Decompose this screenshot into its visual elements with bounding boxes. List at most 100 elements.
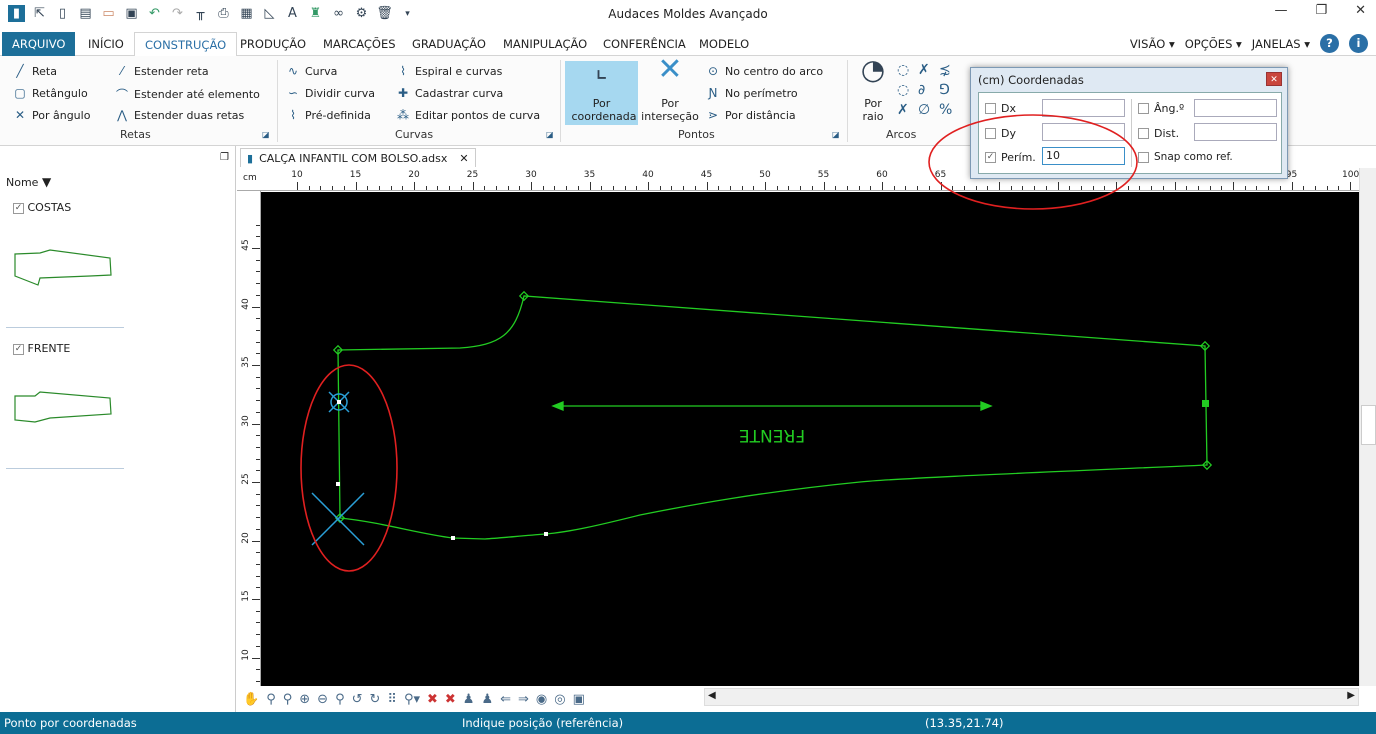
tab-modelo[interactable]: MODELO <box>689 32 759 56</box>
tab-manipulacao[interactable]: MANIPULAÇÃO <box>493 32 597 56</box>
por-raio-button[interactable]: ◔ Por raio <box>852 56 894 124</box>
por-angulo-button[interactable]: ✕ Por ângulo <box>12 108 90 122</box>
estender-reta-button[interactable]: ⁄ Estender reta <box>114 64 209 78</box>
piece-previous-icon[interactable]: ⇐ <box>500 692 511 707</box>
piece-zoom-icon[interactable]: ⚲▾ <box>404 692 420 707</box>
dialog-close-icon[interactable]: ✕ <box>1266 72 1282 86</box>
dx-checkbox[interactable] <box>985 103 996 114</box>
tab-construcao[interactable]: CONSTRUÇÃO <box>134 32 238 57</box>
vertical-scroll-thumb[interactable] <box>1361 405 1376 445</box>
zoom-out-icon[interactable]: ⊖ <box>317 692 328 707</box>
arc-point-icon[interactable]: ∂ <box>918 82 939 98</box>
curvas-launcher-icon[interactable]: ◪ <box>546 130 554 139</box>
piece-next-icon[interactable]: ⇒ <box>518 692 529 707</box>
piece-item-frente[interactable]: ✓ FRENTE <box>13 342 70 355</box>
zoom-icon[interactable]: ⚲ <box>266 692 276 707</box>
piece-item-costas[interactable]: ✓ COSTAS <box>13 201 71 214</box>
dist-checkbox[interactable] <box>1138 128 1149 139</box>
arc-percent-icon[interactable]: % <box>939 102 960 118</box>
por-distancia-button[interactable]: ⋗ Por distância <box>705 108 796 122</box>
minimize-icon[interactable]: — <box>1274 3 1287 18</box>
costas-thumbnail[interactable] <box>10 246 120 286</box>
por-coordenada-button[interactable]: ⌞ Por coordenada <box>565 56 638 125</box>
tab-inicio[interactable]: INÍCIO <box>78 32 134 56</box>
arc-three-points-icon[interactable]: ◌ <box>897 62 918 78</box>
piece-view-icon[interactable]: ♟ <box>481 692 493 707</box>
tab-graduacao[interactable]: GRADUAÇÃO <box>402 32 496 56</box>
curve-icon: ∿ <box>287 64 299 78</box>
pre-definida-button[interactable]: ⌇ Pré-definida <box>285 108 371 122</box>
espiral-button[interactable]: ⌇ Espiral e curvas <box>395 64 502 78</box>
ang-checkbox[interactable] <box>1138 103 1149 114</box>
tab-marcacoes[interactable]: MARCAÇÕES <box>313 32 406 56</box>
arc-angle-icon[interactable]: ⋨ <box>939 62 960 78</box>
no-perimetro-button[interactable]: Ɲ No perímetro <box>705 86 798 100</box>
dividir-curva-button[interactable]: ∽ Dividir curva <box>285 86 375 100</box>
scroll-right-icon[interactable]: ▶ <box>1347 690 1355 701</box>
opcoes-menu[interactable]: OPÇÕES ▾ <box>1185 37 1242 51</box>
visao-menu[interactable]: VISÃO ▾ <box>1130 37 1175 51</box>
remove-piece-icon[interactable]: ✖ <box>427 692 438 707</box>
ruler-tick <box>332 186 334 190</box>
snap-checkbox[interactable] <box>1138 152 1149 163</box>
panel-restore-icon[interactable]: ❐ <box>220 152 229 163</box>
grid-icon[interactable]: ⠿ <box>387 692 397 707</box>
scroll-left-icon[interactable]: ◀ <box>708 690 716 701</box>
arc-node-icon[interactable]: ∅ <box>918 102 939 118</box>
dy-input[interactable] <box>1042 123 1125 141</box>
estender-ate-elemento-button[interactable]: ⌒ Estender até elemento <box>114 86 260 103</box>
document-tab[interactable]: ▮ CALÇA INFANTIL COM BOLSO.adsx ✕ <box>240 148 476 167</box>
zoom-next-icon[interactable]: ↻ <box>370 692 381 707</box>
dist-input[interactable] <box>1194 123 1277 141</box>
perim-checkbox[interactable]: ✓ <box>985 152 996 163</box>
horizontal-scrollbar[interactable]: ◀ ▶ <box>704 688 1359 706</box>
estender-duas-retas-button[interactable]: ⋀ Estender duas retas <box>114 108 244 122</box>
zoom-window-icon[interactable]: ⚲ <box>283 692 293 707</box>
arc-circle-icon[interactable]: ◌ <box>897 82 918 98</box>
por-intersecao-button[interactable]: ✕ Por interseção <box>640 55 700 124</box>
piece-visible-icon[interactable]: ◉ <box>536 692 547 707</box>
help-icon[interactable]: ? <box>1320 34 1339 53</box>
retas-launcher-icon[interactable]: ◪ <box>262 130 270 139</box>
curva-button[interactable]: ∿ Curva <box>285 64 337 78</box>
ruler-tick <box>256 622 260 624</box>
delete-piece-icon[interactable]: ✖ <box>445 692 456 707</box>
vertical-scrollbar[interactable] <box>1359 168 1376 688</box>
dy-checkbox[interactable] <box>985 128 996 139</box>
pieces-group-icon[interactable]: ♟ <box>463 692 475 707</box>
zoom-previous-icon[interactable]: ↺ <box>352 692 363 707</box>
pontos-launcher-icon[interactable]: ◪ <box>832 130 840 139</box>
info-icon[interactable]: i <box>1349 34 1368 53</box>
pan-hand-icon[interactable]: ✋ <box>243 692 259 707</box>
janelas-menu[interactable]: JANELAS ▾ <box>1252 37 1310 51</box>
perim-label: Perím. <box>1001 151 1036 164</box>
tab-producao[interactable]: PRODUÇÃO <box>230 32 316 56</box>
reta-button[interactable]: ╱ Reta <box>12 64 57 78</box>
restore-icon[interactable]: ❐ <box>1315 3 1327 18</box>
name-column-header[interactable]: Nome ▼ <box>6 175 51 189</box>
retangulo-button[interactable]: ▢ Retângulo <box>12 86 87 100</box>
ang-input[interactable] <box>1194 99 1277 117</box>
group-curvas-label: Curvas <box>395 128 434 141</box>
arc-cross-icon[interactable]: ✗ <box>897 102 918 118</box>
arc-fillet-icon[interactable]: ⅁ <box>939 82 960 98</box>
costas-checkbox[interactable]: ✓ <box>13 202 24 214</box>
close-icon[interactable]: ✕ <box>1355 3 1366 18</box>
pieces-visible-icon[interactable]: ◎ <box>554 692 565 707</box>
cadastrar-curva-button[interactable]: ✚ Cadastrar curva <box>395 86 503 100</box>
no-centro-arco-button[interactable]: ⊙ No centro do arco <box>705 64 823 78</box>
zoom-fit-icon[interactable]: ⚲ <box>335 692 345 707</box>
frente-checkbox[interactable]: ✓ <box>13 343 24 355</box>
arc-tangent-icon[interactable]: ✗ <box>918 62 939 78</box>
drawing-canvas[interactable] <box>261 192 1359 686</box>
editar-pontos-button[interactable]: ⁂ Editar pontos de curva <box>395 108 540 122</box>
perim-input[interactable]: 10 <box>1042 147 1125 165</box>
ruler-tick <box>252 540 260 542</box>
image-icon[interactable]: ▣ <box>573 692 585 707</box>
close-tab-icon[interactable]: ✕ <box>459 152 468 165</box>
dx-input[interactable] <box>1042 99 1125 117</box>
frente-thumbnail[interactable] <box>10 388 120 428</box>
zoom-in-icon[interactable]: ⊕ <box>299 692 310 707</box>
window-title: Audaces Moldes Avançado <box>608 7 768 21</box>
tab-arquivo[interactable]: ARQUIVO <box>2 32 76 56</box>
